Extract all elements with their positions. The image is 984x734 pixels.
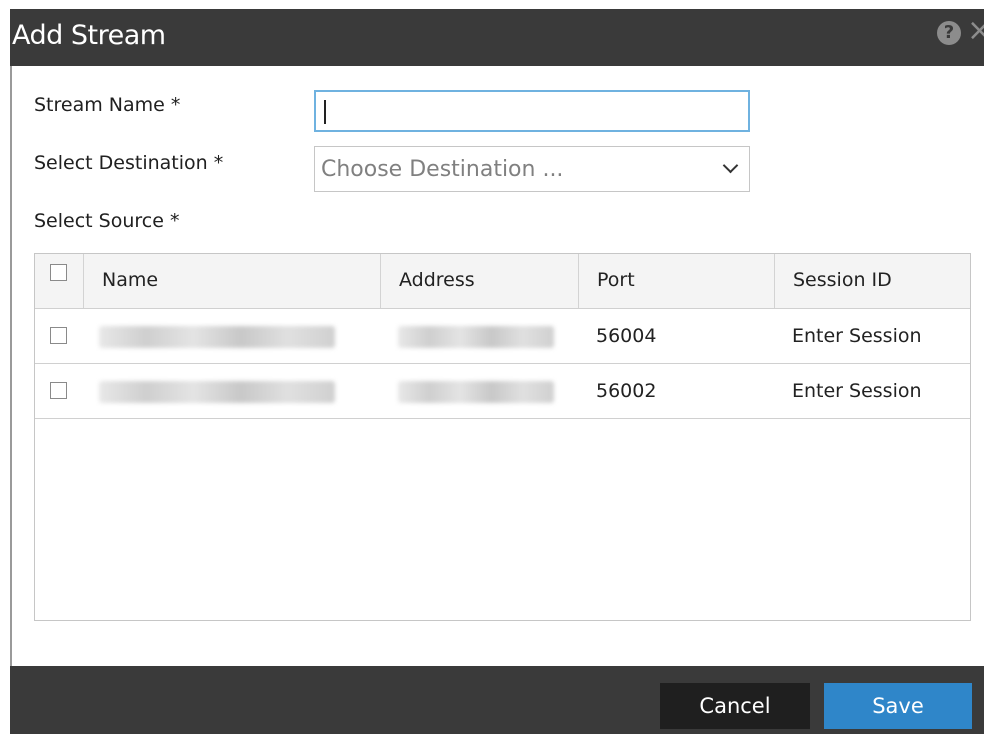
stream-name-input[interactable] [314, 90, 750, 132]
name-cell [83, 309, 380, 363]
help-icon[interactable]: ? [937, 21, 961, 45]
session-id-value: Enter Session [792, 380, 922, 402]
text-cursor [324, 100, 326, 124]
column-header-label: Address [399, 269, 475, 291]
port-cell: 56004 [578, 309, 774, 363]
destination-select[interactable]: Choose Destination ... [314, 146, 750, 192]
source-table: Name Address Port Session ID 56004 Enter… [34, 253, 971, 621]
destination-placeholder: Choose Destination ... [321, 157, 564, 182]
column-header-address[interactable]: Address [380, 254, 578, 308]
column-header-label: Name [102, 269, 159, 291]
destination-label: Select Destination * [34, 152, 224, 174]
stream-name-label: Stream Name * [34, 94, 181, 116]
address-cell [380, 309, 578, 363]
column-header-label: Session ID [793, 269, 892, 291]
source-label: Select Source * [34, 210, 180, 232]
redacted-address [398, 381, 554, 403]
port-value: 56004 [596, 325, 657, 347]
name-cell [83, 364, 380, 418]
redacted-address [398, 326, 554, 348]
dialog-title: Add Stream [12, 20, 166, 51]
address-cell [380, 364, 578, 418]
row-checkbox[interactable] [50, 382, 67, 399]
column-header-label: Port [597, 269, 635, 291]
redacted-name [99, 381, 335, 403]
session-id-cell[interactable]: Enter Session [774, 364, 970, 418]
table-row[interactable]: 56002 Enter Session [35, 364, 970, 419]
row-checkbox-cell [35, 364, 83, 418]
select-all-cell [35, 254, 83, 308]
column-header-port[interactable]: Port [578, 254, 774, 308]
chevron-down-icon [722, 157, 739, 174]
close-icon[interactable]: × [967, 15, 984, 47]
dialog-title-bar: Add Stream ? × [10, 9, 984, 66]
session-id-value: Enter Session [792, 325, 922, 347]
redacted-name [99, 326, 335, 348]
row-checkbox[interactable] [50, 327, 67, 344]
port-cell: 56002 [578, 364, 774, 418]
session-id-cell[interactable]: Enter Session [774, 309, 970, 363]
table-row[interactable]: 56004 Enter Session [35, 309, 970, 364]
select-all-checkbox[interactable] [50, 264, 67, 281]
cancel-button[interactable]: Cancel [660, 683, 810, 729]
save-button[interactable]: Save [824, 683, 972, 729]
port-value: 56002 [596, 380, 657, 402]
column-header-session-id[interactable]: Session ID [774, 254, 970, 308]
row-checkbox-cell [35, 309, 83, 363]
table-header-row: Name Address Port Session ID [35, 254, 970, 309]
dialog-left-border [10, 66, 12, 666]
column-header-name[interactable]: Name [83, 254, 380, 308]
